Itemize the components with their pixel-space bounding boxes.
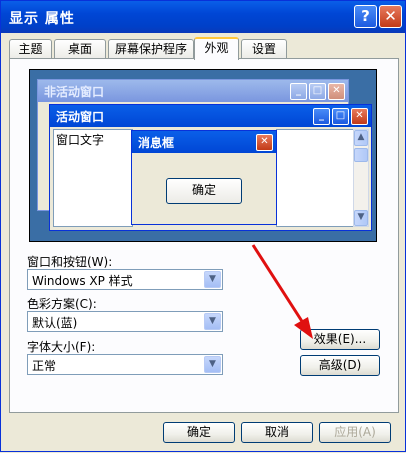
title-bar[interactable]: 显示 属性 ? ✕ xyxy=(1,1,405,33)
help-button[interactable]: ? xyxy=(354,5,377,28)
preview-message-box: 消息框 ✕ 确定 xyxy=(131,130,277,225)
scroll-down-icon: ▼ xyxy=(354,210,368,226)
active-minimize-icon: _ xyxy=(313,108,330,125)
display-properties-window: 显示 属性 ? ✕ 主题 桌面 屏幕保护程序 外观 设置 非活动窗口 _ □ ✕… xyxy=(0,0,406,452)
font-size-label: 字体大小(F): xyxy=(27,340,96,354)
font-size-value: 正常 xyxy=(32,359,57,373)
tab-appearance[interactable]: 外观 xyxy=(194,37,239,60)
scroll-up-icon: ▲ xyxy=(354,130,368,146)
chevron-down-icon[interactable]: ▼ xyxy=(204,313,221,330)
advanced-button[interactable]: 高级(D) xyxy=(300,355,380,376)
windows-buttons-value: Windows XP 样式 xyxy=(32,274,133,288)
inactive-close-icon: ✕ xyxy=(328,83,345,100)
inactive-minimize-icon: _ xyxy=(290,83,307,100)
appearance-panel: 非活动窗口 _ □ ✕ 活动窗口 _ □ ✕ 窗口文字 ▲ ▼ 消息框 ✕ 确定… xyxy=(9,58,399,413)
msgbox-close-icon: ✕ xyxy=(256,134,273,151)
apply-button[interactable]: 应用(A) xyxy=(319,422,391,443)
window-title: 显示 属性 xyxy=(9,11,75,27)
chevron-down-icon[interactable]: ▼ xyxy=(204,356,221,373)
appearance-preview: 非活动窗口 _ □ ✕ 活动窗口 _ □ ✕ 窗口文字 ▲ ▼ 消息框 ✕ 确定 xyxy=(29,69,377,242)
windows-buttons-label: 窗口和按钮(W): xyxy=(27,255,113,269)
windows-buttons-select[interactable]: Windows XP 样式 ▼ xyxy=(27,269,223,290)
tab-settings[interactable]: 设置 xyxy=(241,39,287,59)
color-scheme-select[interactable]: 默认(蓝) ▼ xyxy=(27,311,223,332)
cancel-button[interactable]: 取消 xyxy=(241,422,313,443)
tab-strip: 主题 桌面 屏幕保护程序 外观 设置 xyxy=(9,37,399,60)
tab-desktop[interactable]: 桌面 xyxy=(54,39,106,59)
close-button[interactable]: ✕ xyxy=(379,5,402,28)
preview-scrollbar: ▲ ▼ xyxy=(353,129,369,227)
preview-msgbox-title: 消息框 xyxy=(132,131,276,153)
tab-themes[interactable]: 主题 xyxy=(9,39,52,59)
color-scheme-value: 默认(蓝) xyxy=(32,316,78,330)
preview-client-area xyxy=(276,129,356,227)
effects-button[interactable]: 效果(E)... xyxy=(300,329,380,350)
font-size-select[interactable]: 正常 ▼ xyxy=(27,354,223,375)
inactive-maximize-icon: □ xyxy=(309,83,326,100)
active-maximize-icon: □ xyxy=(332,108,349,125)
tab-screensaver[interactable]: 屏幕保护程序 xyxy=(108,39,194,59)
preview-msgbox-ok: 确定 xyxy=(166,178,242,204)
scroll-thumb xyxy=(354,148,368,162)
ok-button[interactable]: 确定 xyxy=(163,422,235,443)
color-scheme-label: 色彩方案(C): xyxy=(27,297,97,311)
active-close-icon: ✕ xyxy=(351,108,368,125)
preview-window-text: 窗口文字 xyxy=(53,129,133,227)
chevron-down-icon[interactable]: ▼ xyxy=(204,271,221,288)
